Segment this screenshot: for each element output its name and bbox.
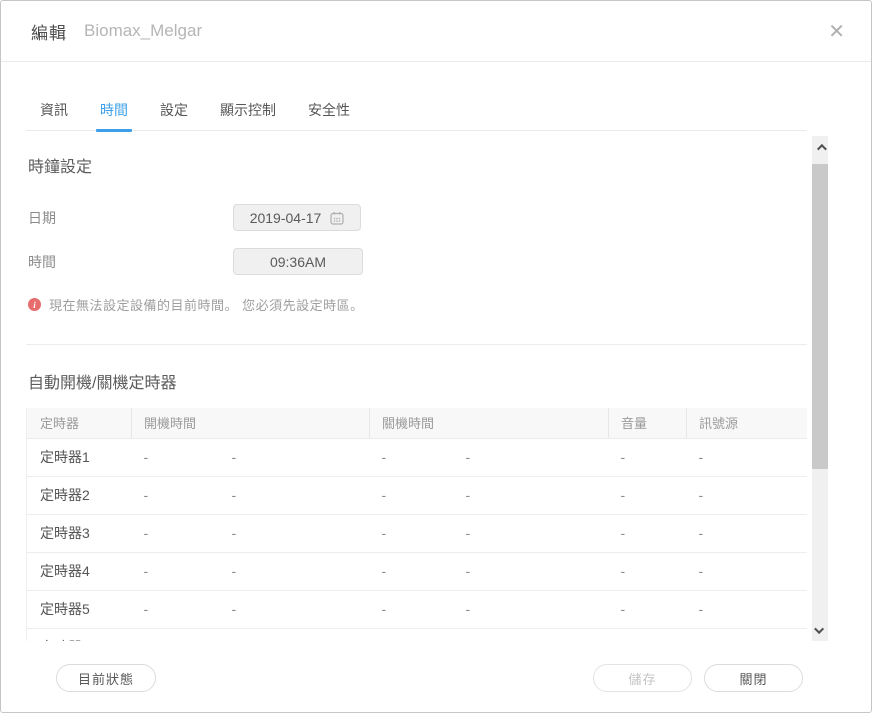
col-timer: 定時器 <box>27 408 132 438</box>
table-row[interactable]: 定時器1 - - - - - - <box>27 438 808 476</box>
timer-name: 定時器3 <box>27 514 132 552</box>
date-value: 2019-04-17 <box>250 210 322 226</box>
source: - <box>687 476 807 514</box>
timer-table-header-row: 定時器 開機時間 關機時間 音量 訊號源 <box>27 408 808 438</box>
time-value: 09:36AM <box>270 254 326 270</box>
on-day: - <box>132 438 220 476</box>
edit-device-dialog: 編輯 Biomax_Melgar ✕ 資訊 時間 設定 顯示控制 安全性 時鐘設… <box>0 0 872 713</box>
on-time: - <box>220 514 370 552</box>
save-button[interactable]: 儲存 <box>593 664 692 692</box>
tab-security[interactable]: 安全性 <box>306 100 352 130</box>
on-day: - <box>132 628 220 641</box>
tab-bar: 資訊 時間 設定 顯示控制 安全性 <box>26 100 807 131</box>
tab-time[interactable]: 時間 <box>98 100 130 130</box>
time-row: 時間 09:36AM <box>26 248 807 275</box>
source: - <box>687 438 807 476</box>
on-day: - <box>132 476 220 514</box>
tab-info[interactable]: 資訊 <box>38 100 70 130</box>
col-volume: 音量 <box>609 408 687 438</box>
volume: - <box>609 552 687 590</box>
date-label: 日期 <box>26 208 233 228</box>
table-row[interactable]: 定時器5 - - - - - - <box>27 590 808 628</box>
device-name: Biomax_Melgar <box>84 21 202 41</box>
on-day: - <box>132 552 220 590</box>
close-button[interactable]: 關閉 <box>704 664 803 692</box>
source: - <box>687 514 807 552</box>
tab-settings[interactable]: 設定 <box>158 100 190 130</box>
chevron-down-icon <box>814 624 824 634</box>
close-icon[interactable]: ✕ <box>824 17 849 45</box>
off-time: - <box>454 514 609 552</box>
calendar-icon <box>330 211 344 225</box>
off-day: - <box>370 628 454 641</box>
tab-content-scroll-area: 時鐘設定 日期 2019-04-17 時間 09:36AM <box>26 136 807 641</box>
timer-name: 定時器4 <box>27 552 132 590</box>
off-time: - <box>454 476 609 514</box>
on-day: - <box>132 590 220 628</box>
col-power-off-time: 關機時間 <box>370 408 609 438</box>
off-day: - <box>370 552 454 590</box>
on-day: - <box>132 514 220 552</box>
col-power-on-time: 開機時間 <box>132 408 370 438</box>
off-time: - <box>454 590 609 628</box>
section-divider <box>26 344 807 345</box>
timer-name: 定時器1 <box>27 438 132 476</box>
scroll-down-button[interactable] <box>812 621 828 639</box>
warning-text: 現在無法設定設備的目前時間。 您必須先設定時區。 <box>49 295 364 314</box>
source: - <box>687 628 807 641</box>
off-day: - <box>370 514 454 552</box>
volume: - <box>609 438 687 476</box>
time-label: 時間 <box>26 252 233 272</box>
volume: - <box>609 590 687 628</box>
table-row[interactable]: 定時器2 - - - - - - <box>27 476 808 514</box>
table-row[interactable]: 定時器4 - - - - - - <box>27 552 808 590</box>
source: - <box>687 590 807 628</box>
clock-settings-heading: 時鐘設定 <box>26 153 807 177</box>
chevron-up-icon <box>816 143 826 153</box>
on-time: - <box>220 476 370 514</box>
off-day: - <box>370 476 454 514</box>
off-time: - <box>454 552 609 590</box>
timer-table: 定時器 開機時間 關機時間 音量 訊號源 定時器1 - - - - - - <box>26 408 807 641</box>
on-time: - <box>220 590 370 628</box>
volume: - <box>609 514 687 552</box>
info-icon: i <box>28 298 41 311</box>
time-picker[interactable]: 09:36AM <box>233 248 363 275</box>
col-source: 訊號源 <box>687 408 807 438</box>
vertical-scrollbar[interactable] <box>812 136 828 641</box>
volume: - <box>609 476 687 514</box>
tab-display-control[interactable]: 顯示控制 <box>218 100 278 130</box>
table-row[interactable]: 定時器6 - - - - - - <box>27 628 808 641</box>
scrollbar-thumb[interactable] <box>812 164 828 469</box>
timer-name: 定時器2 <box>27 476 132 514</box>
date-row: 日期 2019-04-17 <box>26 204 807 231</box>
dialog-header: 編輯 Biomax_Melgar ✕ <box>1 1 871 62</box>
on-time: - <box>220 438 370 476</box>
timezone-warning: i 現在無法設定設備的目前時間。 您必須先設定時區。 <box>26 295 807 314</box>
off-day: - <box>370 590 454 628</box>
current-status-button[interactable]: 目前狀態 <box>56 664 156 692</box>
on-time: - <box>220 552 370 590</box>
off-time: - <box>454 628 609 641</box>
dialog-title: 編輯 <box>31 19 67 44</box>
off-time: - <box>454 438 609 476</box>
timer-name: 定時器5 <box>27 590 132 628</box>
timer-section-heading: 自動開機/關機定時器 <box>26 369 807 393</box>
date-picker[interactable]: 2019-04-17 <box>233 204 361 231</box>
scroll-up-button[interactable] <box>812 138 828 156</box>
source: - <box>687 552 807 590</box>
on-time: - <box>220 628 370 641</box>
off-day: - <box>370 438 454 476</box>
table-row[interactable]: 定時器3 - - - - - - <box>27 514 808 552</box>
timer-name: 定時器6 <box>27 628 132 641</box>
volume: - <box>609 628 687 641</box>
